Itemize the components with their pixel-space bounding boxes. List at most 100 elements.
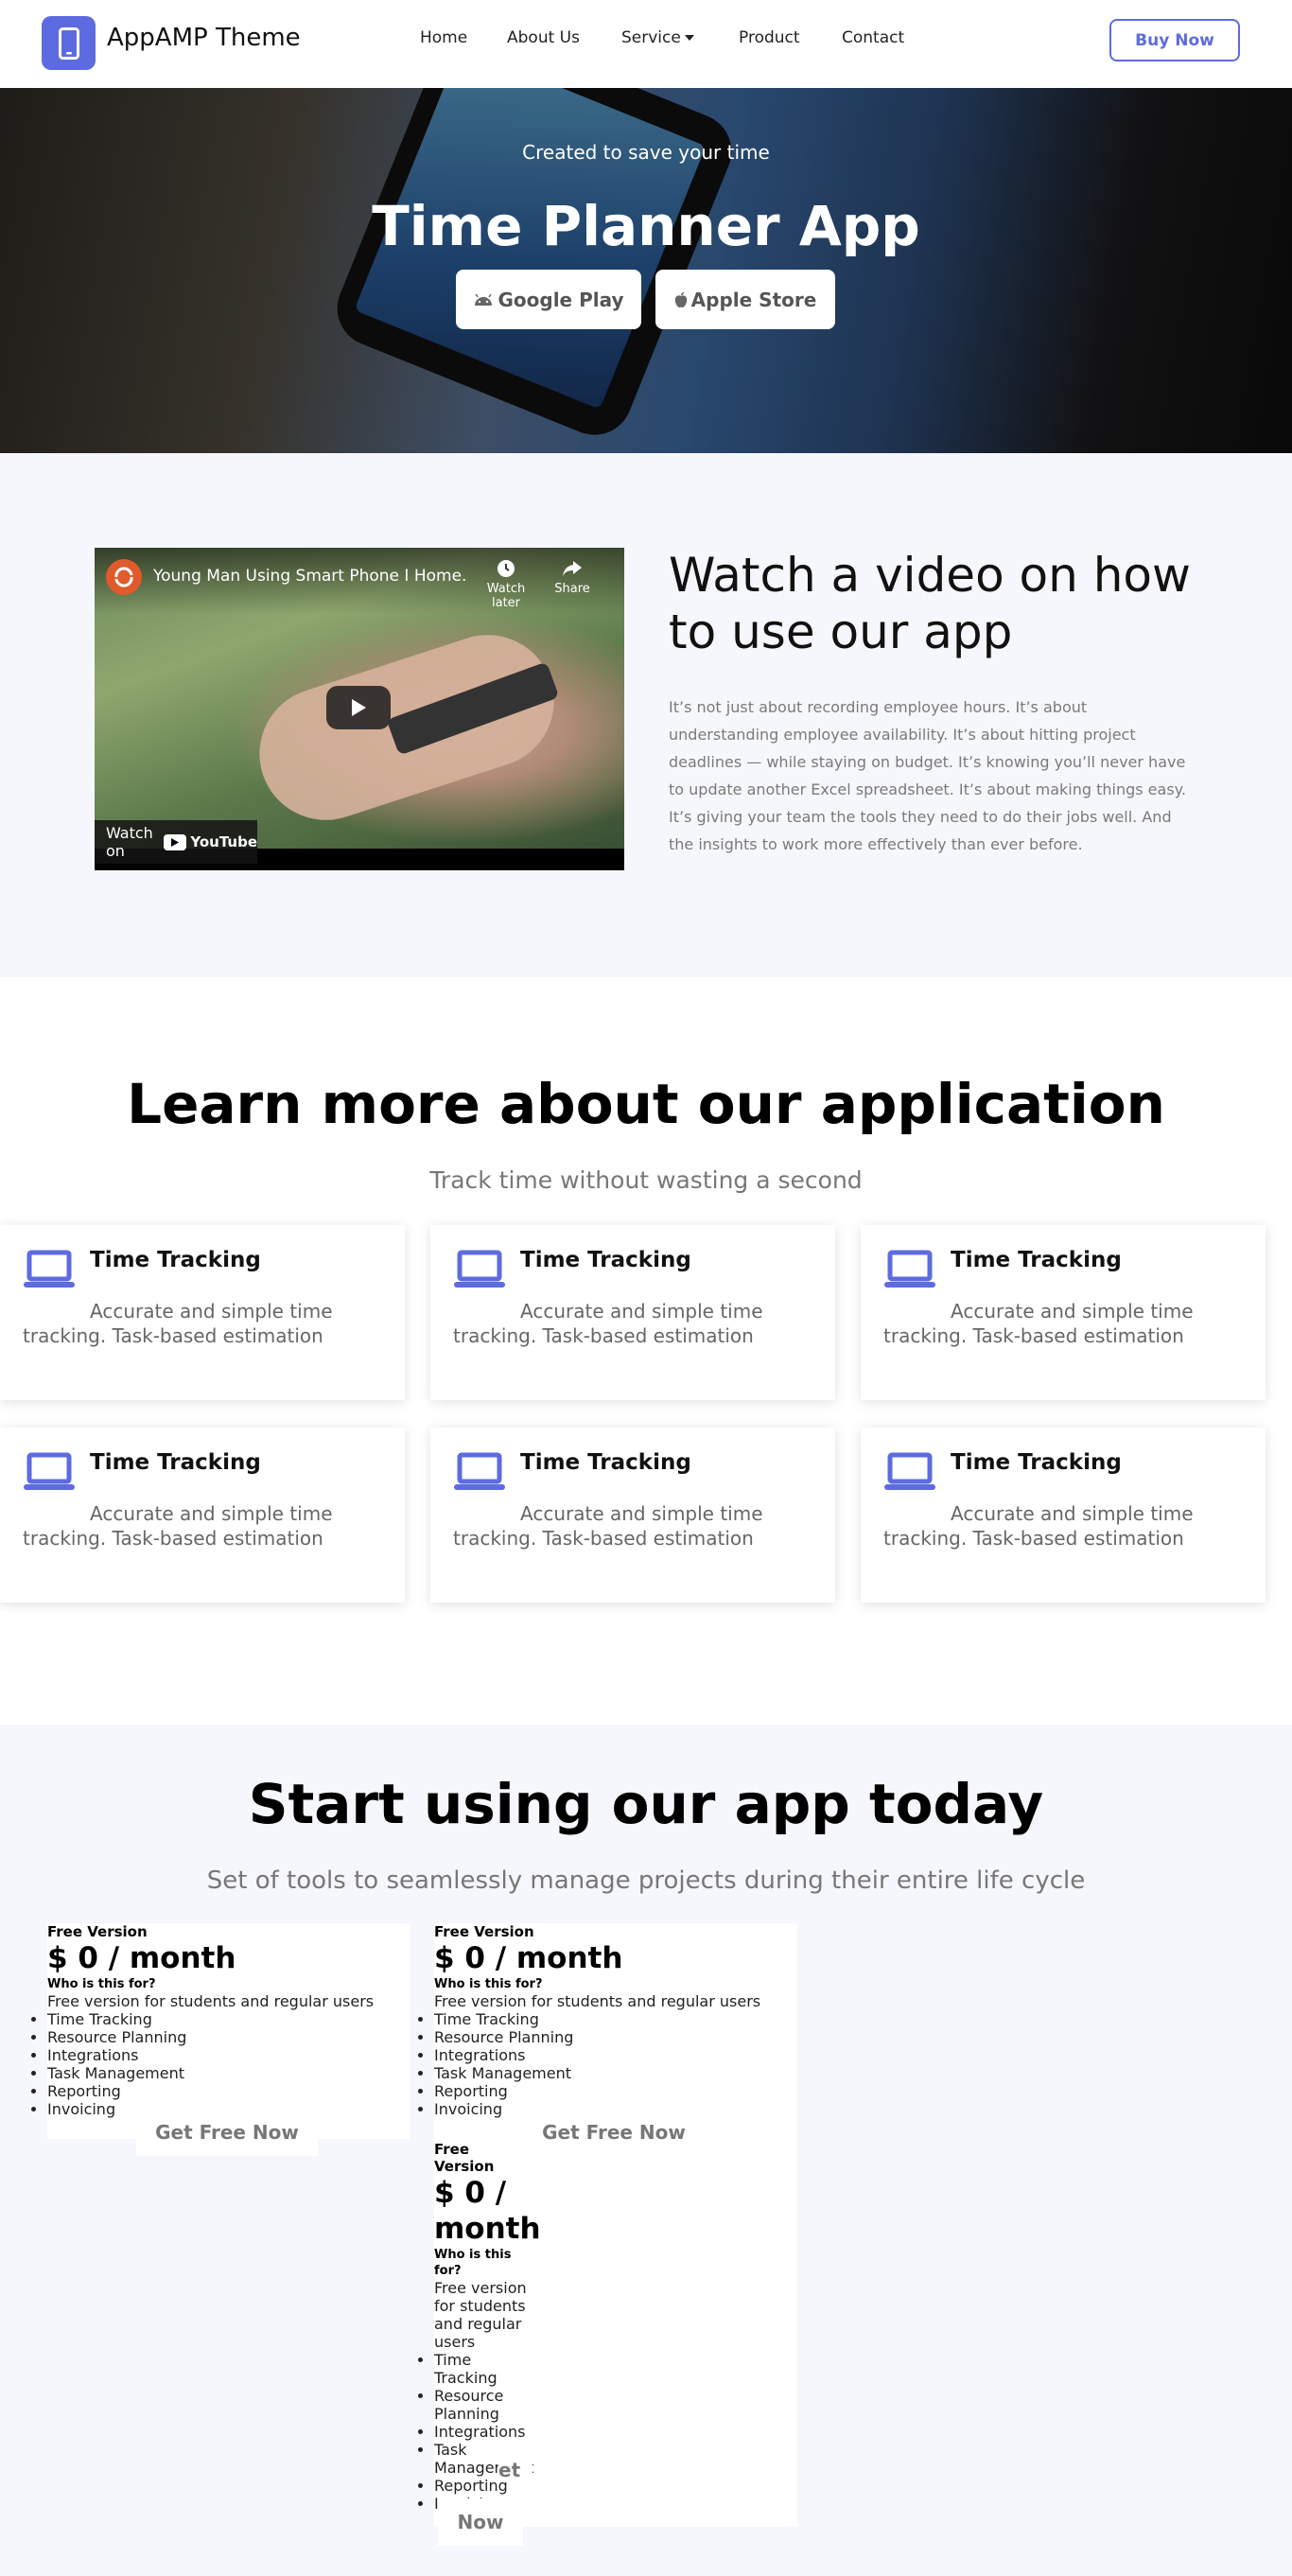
watch-later-button[interactable]: Watch later	[473, 559, 539, 610]
watch-later-label: Watch later	[486, 582, 526, 610]
share-button[interactable]: Share	[539, 559, 605, 596]
buy-now-button[interactable]: Buy Now	[1109, 19, 1240, 61]
plan-feature: Integrations	[434, 2423, 533, 2441]
get-free-now-button[interactable]: Now	[438, 2498, 523, 2546]
google-play-button[interactable]: Google Play	[456, 270, 641, 329]
plan-name: Free Version	[434, 1923, 534, 1940]
plan-feature: Task Management	[47, 2064, 410, 2082]
youtube-embed[interactable]: Young Man Using Smart Phone I Home... Wa…	[95, 548, 624, 870]
channel-swirl-icon	[114, 567, 133, 587]
plan-feature: Task Management	[434, 2064, 797, 2082]
laptop-icon	[24, 1452, 75, 1490]
laptop-icon	[884, 1250, 935, 1288]
feature-text: Accurate and simple time tracking. Task-…	[453, 1300, 763, 1347]
plan-feature: Integrations	[47, 2046, 410, 2064]
feature-title: Time Tracking	[520, 1248, 691, 1272]
feature-card: Time Tracking Accurate and simple time t…	[0, 1225, 405, 1400]
plan-feature: Resource Planning	[434, 2387, 533, 2423]
get-free-now-button[interactable]: Get Free Now	[136, 2109, 318, 2156]
pricing-section: Start using our app today Set of tools t…	[0, 1725, 1292, 2576]
feature-text: Accurate and simple time tracking. Task-…	[883, 1502, 1194, 1550]
plan-price: $ 0 / month	[434, 2176, 541, 2246]
smartphone-icon	[58, 26, 79, 60]
plan-features: Time Tracking Resource Planning Integrat…	[47, 2010, 410, 2118]
feature-title: Time Tracking	[90, 1248, 261, 1272]
apple-store-label: Apple Store	[690, 288, 817, 311]
video-section: Young Man Using Smart Phone I Home... Wa…	[0, 453, 1292, 977]
feature-title: Time Tracking	[951, 1450, 1122, 1475]
google-play-label: Google Play	[498, 288, 624, 311]
nav-contact[interactable]: Contact	[842, 28, 917, 47]
nav-service-label: Service	[621, 28, 681, 47]
features-subtitle: Track time without wasting a second	[429, 1166, 863, 1194]
plan-description: Free version for students and regular us…	[434, 2279, 527, 2351]
get-free-now-button[interactable]: Get Free Now	[523, 2109, 705, 2156]
nav-product[interactable]: Product	[739, 28, 814, 47]
plan-audience-label: Who is this for?	[434, 2248, 512, 2278]
feature-title: Time Tracking	[90, 1450, 261, 1475]
plan-feature: Resource Planning	[47, 2028, 410, 2046]
plan-name: Free Version	[47, 1923, 148, 1940]
pricing-subtitle: Set of tools to seamlessly manage projec…	[206, 1866, 1086, 1895]
video-description: It’s not just about recording employee h…	[669, 698, 1186, 853]
feature-card: Time Tracking Accurate and simple time t…	[861, 1428, 1266, 1603]
plan-feature: Reporting	[47, 2082, 410, 2100]
hero-subtitle: Created to save your time	[522, 141, 770, 164]
feature-text: Accurate and simple time tracking. Task-…	[453, 1502, 763, 1550]
plan-audience-label: Who is this for?	[47, 1977, 156, 1991]
play-button[interactable]	[326, 686, 391, 729]
plan-description: Free version for students and regular us…	[47, 1992, 375, 2010]
features-section: Learn more about our application Track t…	[0, 977, 1292, 1725]
share-icon	[563, 561, 582, 576]
laptop-icon	[884, 1452, 935, 1490]
nav-service[interactable]: Service	[621, 28, 716, 47]
feature-text: Accurate and simple time tracking. Task-…	[883, 1300, 1194, 1347]
plan-features: Time Tracking Resource Planning Integrat…	[434, 2351, 533, 2513]
watch-on-label: Watch on	[106, 824, 153, 860]
navbar: AppAMP Theme Home About Us Service Produ…	[0, 0, 1292, 88]
apple-store-button[interactable]: Apple Store	[655, 270, 835, 329]
pricing-card: Free Version $ 0 / month Who is this for…	[47, 1923, 410, 2139]
watch-on-youtube-button[interactable]: Watch on YouTube	[95, 820, 257, 864]
plan-audience-label: Who is this for?	[434, 1977, 543, 1991]
nav-about-us[interactable]: About Us	[507, 28, 592, 47]
youtube-wordmark: YouTube	[190, 833, 257, 850]
pricing-title: Start using our app today	[248, 1772, 1044, 1836]
youtube-play-icon	[164, 833, 187, 850]
share-label: Share	[554, 582, 590, 596]
hero-section: Created to save your time Time Planner A…	[0, 88, 1292, 453]
get-free-now-button-fragment[interactable]: et	[498, 2459, 533, 2481]
feature-text: Accurate and simple time tracking. Task-…	[23, 1502, 333, 1550]
video-heading: Watch a video on how to use our app	[669, 548, 1191, 659]
caret-down-icon	[684, 35, 694, 41]
plan-feature: Integrations	[434, 2046, 797, 2064]
features-title: Learn more about our application	[127, 1072, 1165, 1136]
feature-card: Time Tracking Accurate and simple time t…	[0, 1428, 405, 1603]
plan-description: Free version for students and regular us…	[434, 1992, 761, 2010]
brand-name[interactable]: AppAMP Theme	[107, 24, 301, 52]
logo[interactable]	[42, 16, 96, 70]
feature-card: Time Tracking Accurate and simple time t…	[430, 1428, 835, 1603]
plan-feature: Reporting	[434, 2082, 797, 2100]
play-icon	[352, 699, 366, 716]
plan-feature: Resource Planning	[434, 2028, 797, 2046]
video-title[interactable]: Young Man Using Smart Phone I Home...	[153, 567, 465, 586]
youtube-logo: YouTube	[164, 833, 257, 850]
pricing-card-narrow: Free Version $ 0 / month Who is this for…	[434, 2141, 541, 2513]
plan-price: $ 0 / month	[47, 1941, 236, 1975]
android-icon	[475, 293, 493, 306]
plan-feature: Time Tracking	[47, 2010, 410, 2028]
plan-feature: Time Tracking	[434, 2351, 533, 2387]
plan-features: Time Tracking Resource Planning Integrat…	[434, 2010, 797, 2118]
nav-home[interactable]: Home	[420, 28, 467, 47]
feature-title: Time Tracking	[951, 1248, 1122, 1272]
feature-card: Time Tracking Accurate and simple time t…	[430, 1225, 835, 1400]
hero-title: Time Planner App	[372, 194, 920, 258]
channel-logo[interactable]	[106, 559, 142, 595]
clock-icon	[498, 560, 515, 577]
laptop-icon	[454, 1452, 505, 1490]
feature-title: Time Tracking	[520, 1450, 691, 1475]
laptop-icon	[454, 1250, 505, 1288]
plan-price: $ 0 / month	[434, 1941, 623, 1975]
feature-text: Accurate and simple time tracking. Task-…	[23, 1300, 333, 1347]
